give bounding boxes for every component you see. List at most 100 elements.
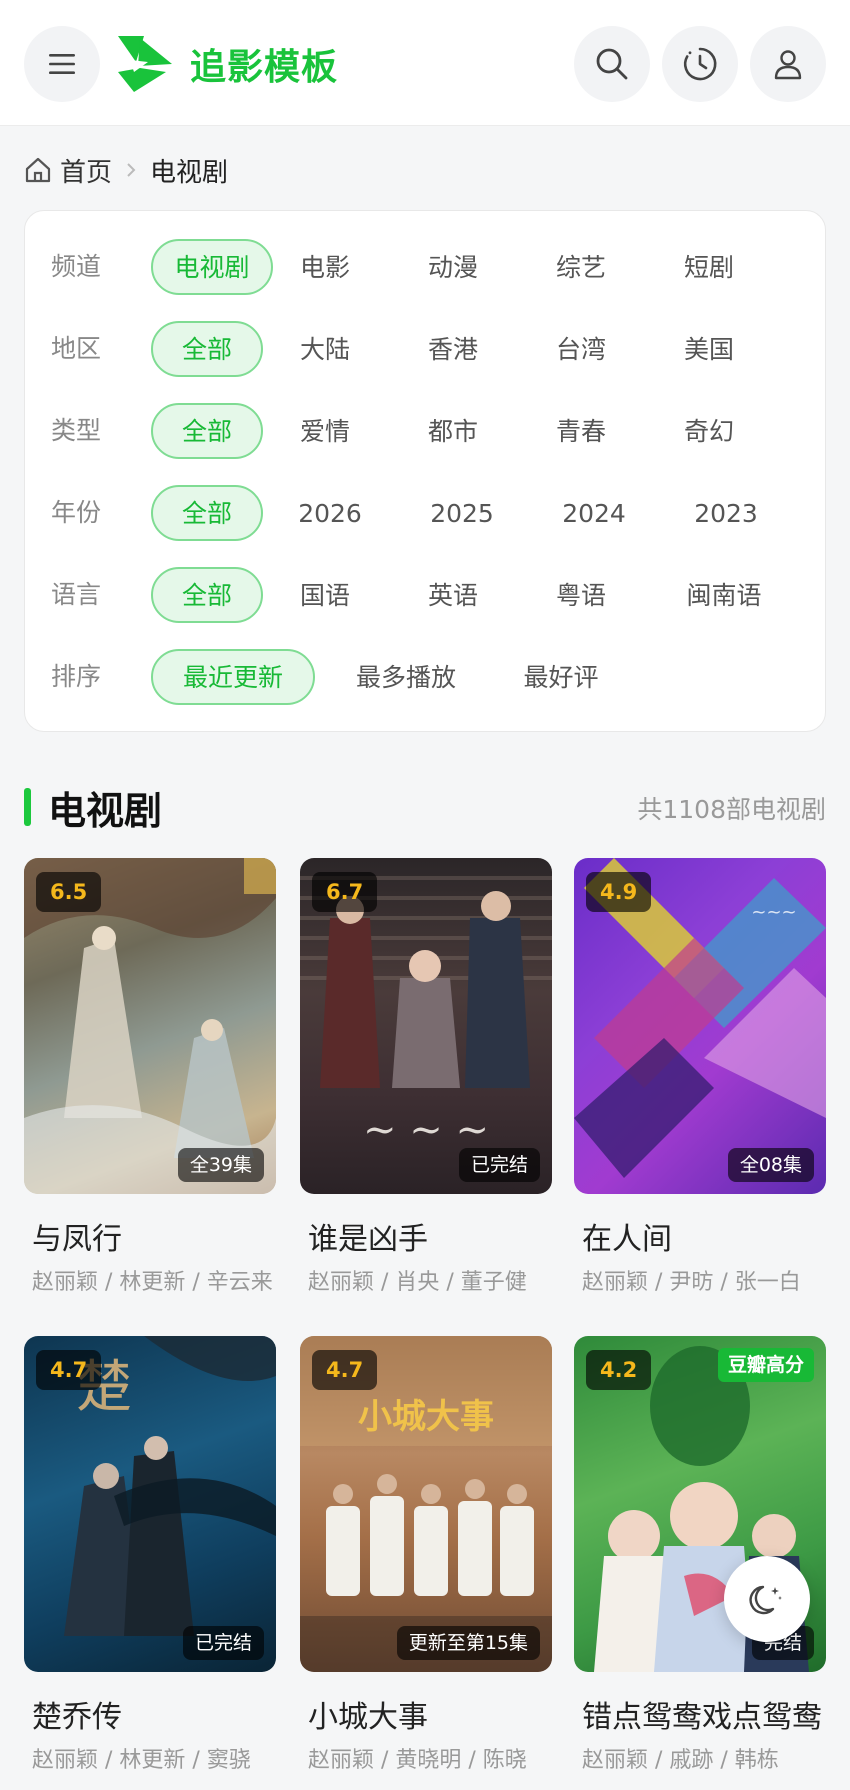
poster-image[interactable]: 6.5 全39集 [24, 858, 276, 1194]
rating-badge: 4.2 [586, 1350, 652, 1390]
filter-label: 频道 [51, 252, 102, 281]
section-accent-bar [24, 788, 31, 826]
rating-badge: 4.7 [312, 1350, 378, 1390]
filter-chip-active[interactable]: 全部 [151, 485, 263, 541]
home-icon [25, 157, 51, 183]
video-card[interactable]: 楚 4.7 已完结 楚乔传 赵丽颖 / 林更新 / 窦骁 [24, 1336, 276, 1774]
rating-badge: 4.7 [36, 1350, 102, 1390]
breadcrumb-current: 电视剧 [150, 157, 229, 188]
history-icon [683, 47, 717, 81]
filter-label: 地区 [51, 334, 102, 363]
card-actors: 赵丽颖 / 尹昉 / 张一白 [582, 1270, 801, 1295]
filter-chip[interactable]: 香港 [403, 321, 503, 377]
video-card[interactable]: ~ ~ ~ 6.7 已完结 谁是凶手 赵丽颖 / 肖央 / 董子健 [300, 858, 552, 1296]
filter-chip-active[interactable]: 最近更新 [151, 649, 315, 705]
filter-chip[interactable]: 大陆 [275, 321, 375, 377]
douban-score-tag: 豆瓣高分 [717, 1348, 814, 1382]
card-actors: 赵丽颖 / 戚跡 / 韩栋 [582, 1748, 779, 1773]
filter-chip[interactable]: 2024 [539, 485, 649, 541]
poster-image[interactable]: 小城大事 4.7 更新至第15集 [300, 1336, 552, 1672]
user-button[interactable] [750, 26, 826, 102]
card-title[interactable]: 在人间 [574, 1214, 826, 1258]
filter-chip[interactable]: 爱情 [275, 403, 375, 459]
rating-badge: 6.7 [312, 872, 378, 912]
filter-chip-active[interactable]: 全部 [151, 403, 263, 459]
filter-chip[interactable]: 动漫 [403, 239, 503, 295]
card-actors: 赵丽颖 / 黄晓明 / 陈晓 [308, 1748, 527, 1773]
card-actors: 赵丽颖 / 林更新 / 窦骁 [32, 1748, 251, 1773]
dark-mode-button[interactable] [724, 1556, 810, 1642]
section-count: 共1108部电视剧 [637, 795, 826, 824]
card-title[interactable]: 小城大事 [300, 1692, 552, 1736]
filter-chip[interactable]: 短剧 [659, 239, 759, 295]
filter-chip[interactable]: 奇幻 [659, 403, 759, 459]
filter-label: 排序 [51, 662, 102, 691]
poster-image[interactable]: 楚 4.7 已完结 [24, 1336, 276, 1672]
filter-chip[interactable]: 综艺 [531, 239, 631, 295]
rating-badge: 4.9 [586, 872, 652, 912]
filter-chip[interactable]: 粤语 [531, 567, 631, 623]
chevron-right-icon [127, 163, 136, 177]
card-actors: 赵丽颖 / 肖央 / 董子健 [308, 1270, 527, 1295]
video-card[interactable]: 6.5 全39集 与凤行 赵丽颖 / 林更新 / 辛云来 [24, 858, 276, 1296]
filter-chip[interactable]: 最好评 [499, 649, 623, 705]
menu-button[interactable] [24, 26, 100, 102]
search-button[interactable] [574, 26, 650, 102]
filter-chip[interactable]: 电影 [275, 239, 375, 295]
filter-chip[interactable]: 2025 [407, 485, 517, 541]
card-title[interactable]: 与凤行 [24, 1214, 276, 1258]
filter-row-sort: 排序 最近更新 最多播放 最好评 [25, 649, 825, 709]
logo-text[interactable]: 追影模板 [190, 38, 338, 90]
filter-chip[interactable]: 2026 [275, 485, 385, 541]
history-button[interactable] [662, 26, 738, 102]
poster-image[interactable]: ~~~ 4.9 全08集 [574, 858, 826, 1194]
video-card[interactable]: ~~~ 4.9 全08集 在人间 赵丽颖 / 尹昉 / 张一白 [574, 858, 826, 1296]
card-title[interactable]: 错点鸳鸯戏点鸳鸯 [574, 1692, 826, 1736]
card-title[interactable]: 楚乔传 [24, 1692, 276, 1736]
moon-stars-icon [749, 1585, 782, 1615]
video-card[interactable]: 4.2 豆瓣高分 完结 错点鸳鸯戏点鸳鸯 赵丽颖 / 戚跡 / 韩栋 [574, 1336, 826, 1774]
breadcrumb: 首页 电视剧 [24, 152, 228, 188]
user-icon [774, 50, 802, 80]
filter-chip[interactable]: 闽南语 [659, 567, 789, 623]
filter-row-genre: 类型 全部 爱情 都市 青春 奇幻 [25, 403, 825, 463]
filter-row-year: 年份 全部 2026 2025 2024 2023 [25, 485, 825, 545]
filter-row-language: 语言 全部 国语 英语 粤语 闽南语 [25, 567, 825, 627]
filter-chip[interactable]: 英语 [403, 567, 503, 623]
poster-image[interactable]: ~ ~ ~ 6.7 已完结 [300, 858, 552, 1194]
top-header: 追影模板 [0, 0, 850, 126]
filter-chip[interactable]: 最多播放 [331, 649, 481, 705]
filter-label: 年份 [51, 498, 102, 527]
menu-icon [49, 54, 75, 74]
filter-panel: 频道 电视剧 电影 动漫 综艺 短剧 地区 全部 大陆 香港 台湾 美国 类型 … [24, 210, 826, 732]
filter-row-channel: 频道 电视剧 电影 动漫 综艺 短剧 [25, 239, 825, 299]
episode-badge: 更新至第15集 [396, 1626, 540, 1660]
video-card[interactable]: 小城大事 4.7 更新至第15集 小城大事 赵丽颖 / 黄晓明 / 陈晓 [300, 1336, 552, 1774]
logo-icon[interactable] [114, 32, 174, 94]
svg-text:小城大事: 小城大事 [358, 1397, 494, 1437]
card-title[interactable]: 谁是凶手 [300, 1214, 552, 1258]
section-title: 电视剧 [48, 789, 163, 833]
filter-chip[interactable]: 都市 [403, 403, 503, 459]
filter-chip[interactable]: 国语 [275, 567, 375, 623]
filter-chip[interactable]: 美国 [659, 321, 759, 377]
filter-chip-active[interactable]: 全部 [151, 321, 263, 377]
filter-chip[interactable]: 台湾 [531, 321, 631, 377]
filter-chip-active[interactable]: 电视剧 [151, 239, 273, 295]
rating-badge: 6.5 [36, 872, 102, 912]
filter-label: 类型 [51, 416, 102, 445]
svg-text:~~~: ~~~ [751, 902, 796, 923]
filter-chip-active[interactable]: 全部 [151, 567, 263, 623]
filter-chip[interactable]: 青春 [531, 403, 631, 459]
svg-text:~ ~ ~: ~ ~ ~ [363, 1107, 489, 1153]
episode-badge: 已完结 [182, 1626, 264, 1660]
filter-row-region: 地区 全部 大陆 香港 台湾 美国 [25, 321, 825, 381]
episode-badge: 全08集 [727, 1148, 814, 1182]
filter-chip[interactable]: 2023 [671, 485, 781, 541]
card-actors: 赵丽颖 / 林更新 / 辛云来 [32, 1270, 273, 1295]
episode-badge: 全39集 [177, 1148, 264, 1182]
filter-label: 语言 [51, 580, 102, 609]
episode-badge: 已完结 [458, 1148, 540, 1182]
search-icon [596, 48, 628, 80]
breadcrumb-home-link[interactable]: 首页 [60, 152, 112, 189]
